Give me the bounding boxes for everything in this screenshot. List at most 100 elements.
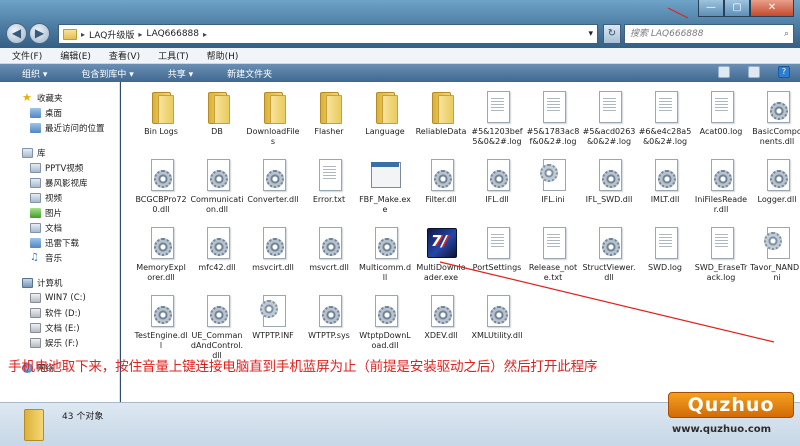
file-item[interactable]: XDEV.dll bbox=[413, 294, 469, 362]
nav-item[interactable]: 文档 bbox=[0, 220, 119, 235]
file-item[interactable]: Error.txt bbox=[301, 158, 357, 226]
search-input[interactable]: 搜索 LAQ666888 ⌕ bbox=[624, 24, 794, 44]
file-item[interactable]: UE_CommandAndControl.dll bbox=[189, 294, 245, 362]
nav-item-label: PPTV视频 bbox=[45, 163, 84, 174]
minimize-button[interactable]: — bbox=[698, 0, 724, 17]
file-item[interactable]: WTPTP.INF bbox=[245, 294, 301, 362]
file-item[interactable]: Logger.dll bbox=[749, 158, 800, 226]
nav-item[interactable]: 暴风影视库 bbox=[0, 175, 119, 190]
file-item[interactable]: Tavor_NAND.ini bbox=[749, 226, 800, 294]
file-item[interactable]: Language bbox=[357, 90, 413, 158]
file-item[interactable]: IFL.dll bbox=[469, 158, 525, 226]
menu-view[interactable]: 查看(V) bbox=[109, 49, 140, 62]
view-options-icon[interactable] bbox=[718, 66, 730, 78]
file-name: IMLT.dll bbox=[650, 195, 680, 204]
help-icon[interactable]: ? bbox=[778, 66, 790, 78]
file-item[interactable]: #5&1203bef5&0&2#.log bbox=[469, 90, 525, 158]
nav-item[interactable]: 图片 bbox=[0, 205, 119, 220]
breadcrumb-segment[interactable]: LAQ升级版 bbox=[89, 28, 134, 41]
nav-item[interactable]: 视频 bbox=[0, 190, 119, 205]
menu-tools[interactable]: 工具(T) bbox=[158, 49, 189, 62]
include-in-library-button[interactable]: 包含到库中 ▾ bbox=[81, 67, 133, 80]
share-button[interactable]: 共享 ▾ bbox=[168, 67, 193, 80]
breadcrumb-segment[interactable]: LAQ666888 bbox=[146, 29, 199, 39]
file-item[interactable]: FBF_Make.exe bbox=[357, 158, 413, 226]
video-library-icon bbox=[30, 192, 41, 203]
address-dropdown-icon[interactable]: ▾ bbox=[588, 29, 593, 39]
file-name: ReliableData bbox=[415, 127, 467, 136]
file-item[interactable]: Converter.dll bbox=[245, 158, 301, 226]
file-item[interactable]: Bin Logs bbox=[133, 90, 189, 158]
organize-button[interactable]: 组织 ▾ bbox=[22, 67, 47, 80]
file-item[interactable]: ReliableData bbox=[413, 90, 469, 158]
file-item[interactable]: WtptpDownLoad.dll bbox=[357, 294, 413, 362]
file-item[interactable]: Communication.dll bbox=[189, 158, 245, 226]
dll-file-icon bbox=[480, 158, 514, 192]
file-item[interactable]: SWD_EraseTrack.log bbox=[693, 226, 749, 294]
file-item[interactable]: Acat00.log bbox=[693, 90, 749, 158]
file-name: SWD.log bbox=[648, 263, 682, 272]
back-button[interactable]: ◀ bbox=[6, 23, 27, 44]
nav-item[interactable]: 计算机 bbox=[0, 275, 119, 290]
file-item[interactable]: Filter.dll bbox=[413, 158, 469, 226]
maximize-button[interactable]: ▢ bbox=[724, 0, 750, 17]
file-item[interactable]: Multicomm.dll bbox=[357, 226, 413, 294]
dll-file-icon bbox=[760, 158, 794, 192]
file-item[interactable]: DownloadFiles bbox=[245, 90, 301, 158]
address-bar[interactable]: ▸ LAQ升级版 ▸ LAQ666888 ▸ ▾ bbox=[58, 24, 598, 44]
file-item[interactable]: BasicComponents.dll bbox=[749, 90, 800, 158]
file-item[interactable]: MultiDownloader.exe bbox=[413, 226, 469, 294]
nav-item[interactable]: 最近访问的位置 bbox=[0, 120, 119, 135]
nav-item[interactable]: ★ 收藏夹 bbox=[0, 90, 119, 105]
file-item[interactable]: #5&1783ac8f&0&2#.log bbox=[525, 90, 581, 158]
forward-button[interactable]: ▶ bbox=[29, 23, 50, 44]
file-item[interactable]: #6&e4c28a5&0&2#.log bbox=[637, 90, 693, 158]
file-item[interactable]: MemoryExplorer.dll bbox=[133, 226, 189, 294]
file-item[interactable]: IMLT.dll bbox=[637, 158, 693, 226]
file-item[interactable]: IFL.ini bbox=[525, 158, 581, 226]
nav-item[interactable]: 文档 (E:) bbox=[0, 320, 119, 335]
file-item[interactable]: PortSettings bbox=[469, 226, 525, 294]
nav-item[interactable]: PPTV视频 bbox=[0, 160, 119, 175]
nav-item[interactable]: WIN7 (C:) bbox=[0, 290, 119, 305]
file-item[interactable]: BCGCBPro720.dll bbox=[133, 158, 189, 226]
folder-icon bbox=[424, 90, 458, 124]
file-item[interactable]: mfc42.dll bbox=[189, 226, 245, 294]
file-item[interactable]: Flasher bbox=[301, 90, 357, 158]
computer-icon bbox=[22, 277, 33, 288]
folder-icon bbox=[144, 90, 178, 124]
menu-edit[interactable]: 编辑(E) bbox=[60, 49, 91, 62]
menu-help[interactable]: 帮助(H) bbox=[207, 49, 239, 62]
file-item[interactable]: SWD.log bbox=[637, 226, 693, 294]
nav-item[interactable]: 娱乐 (F:) bbox=[0, 335, 119, 350]
file-item[interactable]: WTPTP.sys bbox=[301, 294, 357, 362]
menu-bar: 文件(F) 编辑(E) 查看(V) 工具(T) 帮助(H) bbox=[0, 48, 800, 64]
refresh-button[interactable]: ↻ bbox=[603, 24, 621, 44]
file-item[interactable]: msvcrt.dll bbox=[301, 226, 357, 294]
drive-icon bbox=[30, 322, 41, 333]
preview-pane-icon[interactable] bbox=[748, 66, 760, 78]
file-item[interactable]: #5&acd0263&0&2#.log bbox=[581, 90, 637, 158]
video-library-icon bbox=[30, 162, 41, 173]
close-button[interactable]: ✕ bbox=[750, 0, 794, 17]
nav-item[interactable]: 迅雷下载 bbox=[0, 235, 119, 250]
nav-item[interactable]: ♫ 音乐 bbox=[0, 250, 119, 265]
nav-item[interactable]: 桌面 bbox=[0, 105, 119, 120]
file-name: WTPTP.INF bbox=[252, 331, 294, 340]
file-item[interactable]: IniFilesReader.dll bbox=[693, 158, 749, 226]
file-name: SWD_EraseTrack.log bbox=[694, 263, 748, 282]
file-item[interactable]: DB bbox=[189, 90, 245, 158]
file-item[interactable]: XMLUtility.dll bbox=[469, 294, 525, 362]
search-icon[interactable]: ⌕ bbox=[784, 25, 789, 43]
new-folder-button[interactable]: 新建文件夹 bbox=[227, 67, 272, 80]
document-icon bbox=[648, 90, 682, 124]
nav-item[interactable]: 软件 (D:) bbox=[0, 305, 119, 320]
nav-item[interactable]: 库 bbox=[0, 145, 119, 160]
file-item[interactable]: StructViewer.dll bbox=[581, 226, 637, 294]
file-name: StructViewer.dll bbox=[582, 263, 636, 282]
file-item[interactable]: TestEngine.dll bbox=[133, 294, 189, 362]
file-item[interactable]: Release_note.txt bbox=[525, 226, 581, 294]
file-item[interactable]: msvcirt.dll bbox=[245, 226, 301, 294]
file-item[interactable]: IFL_SWD.dll bbox=[581, 158, 637, 226]
menu-file[interactable]: 文件(F) bbox=[12, 49, 42, 62]
